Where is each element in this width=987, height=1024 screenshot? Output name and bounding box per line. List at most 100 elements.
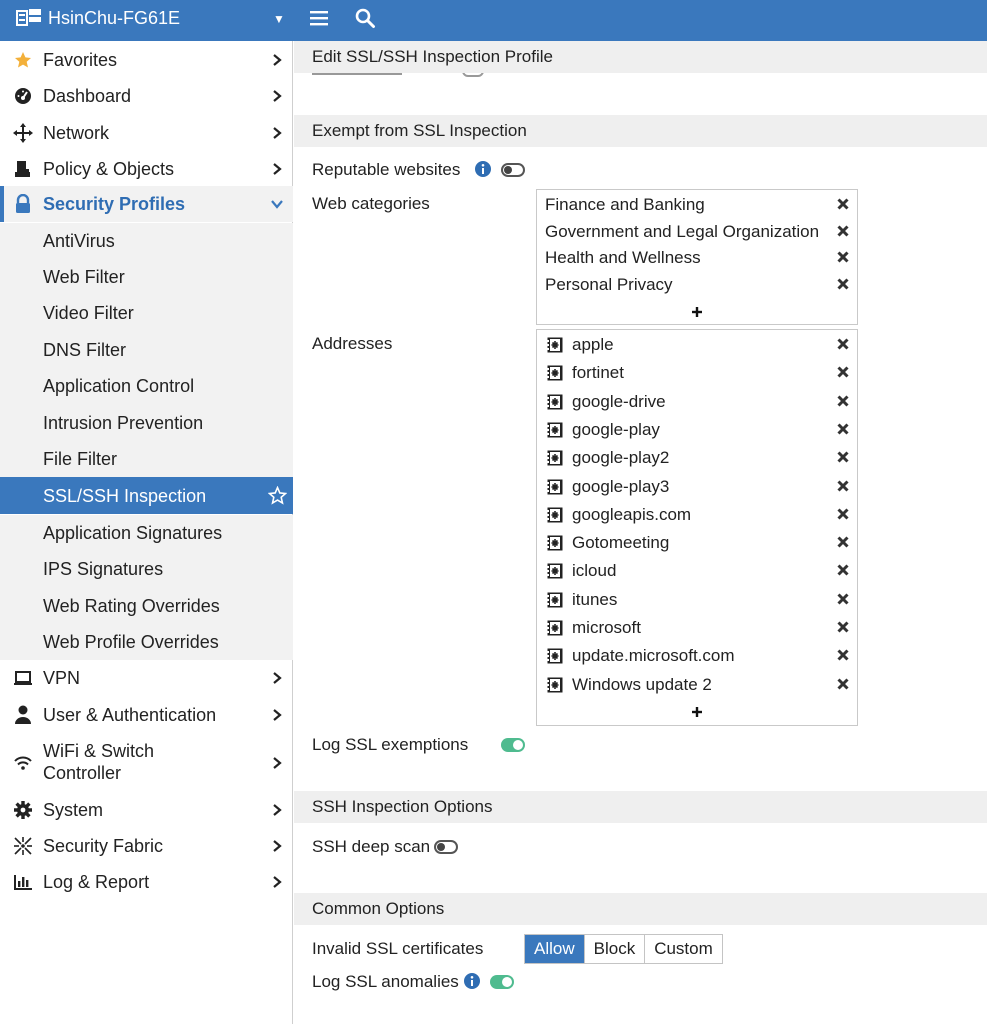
log-ssl-exemptions-label: Log SSL exemptions — [312, 735, 469, 754]
allow-option[interactable]: Allow — [525, 935, 585, 963]
remove-icon[interactable] — [837, 366, 849, 378]
chevron-right-icon — [273, 709, 282, 721]
dashboard-icon — [12, 85, 34, 107]
sidebar-subitem-label: DNS Filter — [43, 339, 127, 360]
block-option[interactable]: Block — [584, 935, 646, 963]
chevron-right-icon — [273, 876, 282, 888]
remove-icon[interactable] — [837, 338, 849, 350]
add-icon[interactable] — [691, 706, 703, 718]
custom-option[interactable]: Custom — [645, 935, 722, 963]
sidebar-item-label: VPN — [43, 668, 81, 688]
sidebar-item-dashboard[interactable]: Dashboard — [0, 85, 293, 107]
top-bar: HsinChu-FG61E ▼ — [0, 0, 987, 41]
remove-icon[interactable] — [837, 564, 849, 576]
sidebar-subitem-antivirus[interactable]: AntiVirus — [0, 223, 293, 259]
sidebar-subitem-application-control[interactable]: Application Control — [0, 368, 293, 404]
scrolled-row-residue — [312, 73, 512, 79]
ssh-deep-scan-toggle[interactable] — [434, 840, 458, 854]
sidebar-subitem-label: Web Rating Overrides — [43, 595, 220, 616]
sidebar-item-label: Favorites — [43, 50, 118, 70]
address-item: google-play3 — [572, 476, 670, 496]
sidebar-subitem-label: Application Signatures — [43, 523, 223, 543]
fqdn-address-icon — [547, 620, 563, 636]
fqdn-address-icon — [547, 337, 563, 353]
search-icon[interactable] — [354, 7, 376, 29]
log-ssl-anomalies-toggle[interactable] — [490, 975, 514, 989]
sidebar-subitem-application-signatures[interactable]: Application Signatures — [0, 515, 293, 551]
sidebar-subitem-video-filter[interactable]: Video Filter — [0, 295, 293, 331]
remove-icon[interactable] — [837, 278, 849, 290]
add-icon[interactable] — [691, 306, 703, 318]
address-item: google-play — [572, 419, 660, 439]
sidebar-item-vpn[interactable]: VPN — [0, 667, 293, 689]
address-item: google-drive — [572, 391, 666, 411]
list-item: Finance and Banking — [545, 195, 705, 214]
chevron-right-icon — [273, 163, 282, 175]
address-item: fortinet — [572, 363, 624, 383]
list-item: Health and Wellness — [545, 248, 701, 267]
sidebar-subitem-label: Web Filter — [43, 267, 125, 287]
fqdn-address-icon — [547, 479, 563, 494]
sidebar-item-security-profiles[interactable]: Security Profiles — [0, 186, 293, 222]
remove-icon[interactable] — [837, 198, 849, 210]
remove-icon[interactable] — [837, 451, 849, 463]
device-hostname[interactable]: HsinChu-FG61E — [48, 8, 180, 29]
sidebar-item-log-report[interactable]: Log & Report — [0, 871, 293, 893]
sidebar-subitem-ips-signatures[interactable]: IPS Signatures — [0, 551, 293, 587]
sidebar-subitem-file-filter[interactable]: File Filter — [0, 441, 293, 477]
sidebar-item-label: System — [43, 800, 104, 820]
sidebar-subitem-label: SSL/SSH Inspection — [43, 485, 207, 506]
section-exempt-from-ssl: Exempt from SSL Inspection — [294, 115, 987, 147]
fqdn-address-icon — [547, 592, 563, 608]
sidebar-subitem-web-profile-overrides[interactable]: Web Profile Overrides — [0, 624, 293, 660]
remove-icon[interactable] — [837, 593, 849, 605]
fqdn-address-icon — [547, 394, 563, 410]
fabric-icon — [12, 835, 34, 857]
remove-icon[interactable] — [837, 251, 849, 263]
sidebar-subitem-web-rating-overrides[interactable]: Web Rating Overrides — [0, 587, 293, 624]
reputable-websites-toggle[interactable] — [501, 163, 525, 177]
sidebar-item-wifi-switch-controller[interactable]: WiFi & Switch Controller — [0, 740, 293, 786]
hamburger-menu-icon[interactable] — [308, 7, 330, 29]
sidebar-item-user-authentication[interactable]: User & Authentication — [0, 704, 293, 726]
sidebar-item-network[interactable]: Network — [0, 122, 293, 144]
remove-icon[interactable] — [837, 395, 849, 407]
address-item: microsoft — [572, 618, 641, 637]
sidebar-item-label: Security Profiles — [43, 194, 186, 214]
info-icon[interactable] — [475, 161, 491, 177]
fqdn-address-icon — [547, 677, 563, 693]
info-icon[interactable] — [464, 973, 480, 989]
sidebar-subitem-label: AntiVirus — [43, 231, 115, 251]
chart-icon — [12, 871, 34, 893]
laptop-icon — [12, 667, 34, 689]
sidebar-item-policy-objects[interactable]: Policy & Objects — [0, 158, 293, 180]
favorite-star-icon[interactable] — [268, 486, 287, 505]
remove-icon[interactable] — [837, 423, 849, 435]
sidebar-item-label: Network — [43, 123, 110, 143]
sidebar-subitem-ssl-ssh-inspection[interactable]: SSL/SSH Inspection — [0, 477, 293, 514]
sidebar-subitem-web-filter[interactable]: Web Filter — [0, 259, 293, 295]
sidebar-subitem-label: Application Control — [43, 376, 195, 396]
remove-icon[interactable] — [837, 508, 849, 520]
invalid-ssl-segmented-control: Allow Block Custom — [524, 934, 723, 964]
sidebar-item-security-fabric[interactable]: Security Fabric — [0, 835, 293, 857]
remove-icon[interactable] — [837, 621, 849, 633]
invalid-ssl-certificates-label: Invalid SSL certificates — [312, 939, 484, 958]
remove-icon[interactable] — [837, 225, 849, 237]
remove-icon[interactable] — [837, 678, 849, 690]
sidebar-subitem-dns-filter[interactable]: DNS Filter — [0, 331, 293, 368]
sidebar-item-system[interactable]: System — [0, 799, 293, 821]
remove-icon[interactable] — [837, 479, 849, 492]
log-ssl-exemptions-toggle[interactable] — [501, 738, 525, 752]
sidebar-subitem-label: Video Filter — [43, 303, 134, 323]
network-icon — [12, 122, 34, 144]
chevron-right-icon — [273, 127, 282, 139]
sidebar-subitem-label: Intrusion Prevention — [43, 412, 204, 433]
hostname-dropdown-caret[interactable]: ▼ — [273, 12, 285, 26]
fqdn-address-icon — [547, 535, 563, 551]
sidebar-subitem-intrusion-prevention[interactable]: Intrusion Prevention — [0, 404, 293, 441]
log-ssl-anomalies-label: Log SSL anomalies — [312, 972, 459, 991]
remove-icon[interactable] — [837, 649, 849, 661]
remove-icon[interactable] — [837, 536, 849, 548]
sidebar-item-favorites[interactable]: Favorites — [0, 49, 293, 71]
